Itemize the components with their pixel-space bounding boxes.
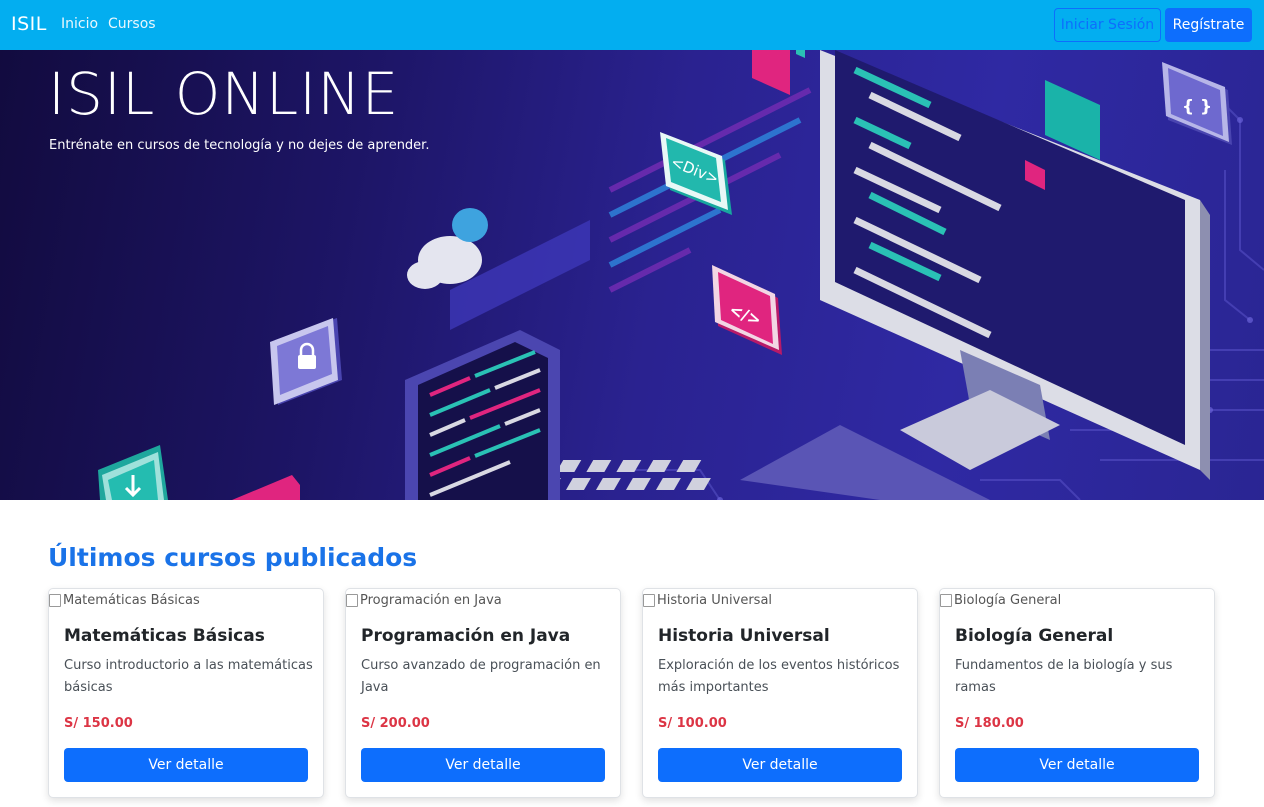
course-title: Historia Universal bbox=[658, 626, 830, 646]
course-description: Curso avanzado de programación en Java bbox=[361, 658, 601, 695]
nav-link-inicio[interactable]: Inicio bbox=[61, 16, 98, 32]
view-detail-button[interactable]: Ver detalle bbox=[658, 748, 902, 782]
course-title: Programación en Java bbox=[361, 626, 571, 646]
course-image: Matemáticas Básicas bbox=[49, 593, 200, 608]
broken-image-icon bbox=[346, 594, 358, 607]
course-image-alt: Matemáticas Básicas bbox=[63, 593, 200, 608]
view-detail-button[interactable]: Ver detalle bbox=[361, 748, 605, 782]
broken-image-icon bbox=[643, 594, 655, 607]
course-card: Matemáticas Básicas Matemáticas Básicas … bbox=[48, 588, 324, 798]
latest-courses-title: Últimos cursos publicados bbox=[48, 543, 418, 572]
course-description: Curso introductorio a las matemáticas bá… bbox=[64, 658, 313, 695]
login-button[interactable]: Iniciar Sesión bbox=[1054, 8, 1161, 42]
broken-image-icon bbox=[940, 594, 952, 607]
view-detail-button[interactable]: Ver detalle bbox=[955, 748, 1199, 782]
course-image: Historia Universal bbox=[643, 593, 772, 608]
course-title: Matemáticas Básicas bbox=[64, 626, 265, 646]
nav-link-cursos[interactable]: Cursos bbox=[108, 16, 156, 32]
course-image-alt: Biología General bbox=[954, 593, 1062, 608]
view-detail-button[interactable]: Ver detalle bbox=[64, 748, 308, 782]
hero-subtitle: Entrénate en cursos de tecnología y no d… bbox=[49, 138, 430, 153]
course-price: S/ 180.00 bbox=[955, 716, 1024, 731]
course-image-alt: Programación en Java bbox=[360, 593, 502, 608]
course-image: Biología General bbox=[940, 593, 1061, 608]
course-image: Programación en Java bbox=[346, 593, 502, 608]
course-image-alt: Historia Universal bbox=[657, 593, 773, 608]
course-price: S/ 150.00 bbox=[64, 716, 133, 731]
top-navbar: ISIL Inicio Cursos Iniciar Sesión Regíst… bbox=[0, 0, 1264, 50]
braces-tag-label: { } bbox=[1182, 97, 1212, 117]
course-price: S/ 200.00 bbox=[361, 716, 430, 731]
course-title: Biología General bbox=[955, 626, 1114, 646]
hero-banner: <Div> </> { } ISIL ONLINE Entrénate en c… bbox=[0, 50, 1264, 500]
broken-image-icon bbox=[49, 594, 61, 607]
course-description: Fundamentos de la biología y sus ramas bbox=[955, 658, 1173, 695]
brand-logo[interactable]: ISIL bbox=[11, 13, 47, 35]
register-button[interactable]: Regístrate bbox=[1165, 8, 1252, 42]
course-card: Historia Universal Historia Universal Ex… bbox=[642, 588, 918, 798]
course-price: S/ 100.00 bbox=[658, 716, 727, 731]
course-description: Exploración de los eventos históricos má… bbox=[658, 658, 900, 695]
hero-title: ISIL ONLINE bbox=[48, 60, 400, 128]
course-card: Biología General Biología General Fundam… bbox=[939, 588, 1215, 798]
course-card: Programación en Java Programación en Jav… bbox=[345, 588, 621, 798]
